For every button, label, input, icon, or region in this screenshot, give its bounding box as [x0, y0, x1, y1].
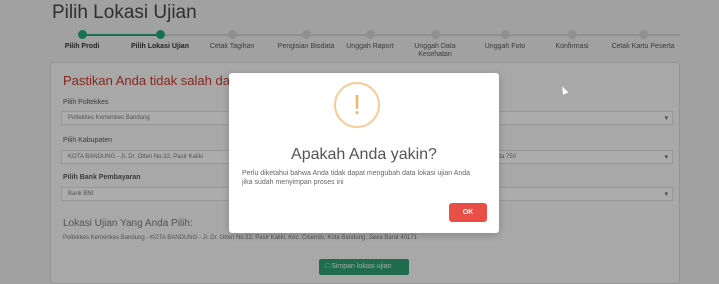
dialog-title: Apakah Anda yakin? — [291, 146, 437, 163]
confirm-dialog: ! Apakah Anda yakin? Perlu diketahui bah… — [229, 73, 499, 233]
exclamation-icon: ! — [334, 82, 380, 128]
dialog-text: Perlu diketahui bahwa Anda tidak dapat m… — [242, 170, 471, 186]
ok-button[interactable]: OK — [449, 203, 487, 222]
